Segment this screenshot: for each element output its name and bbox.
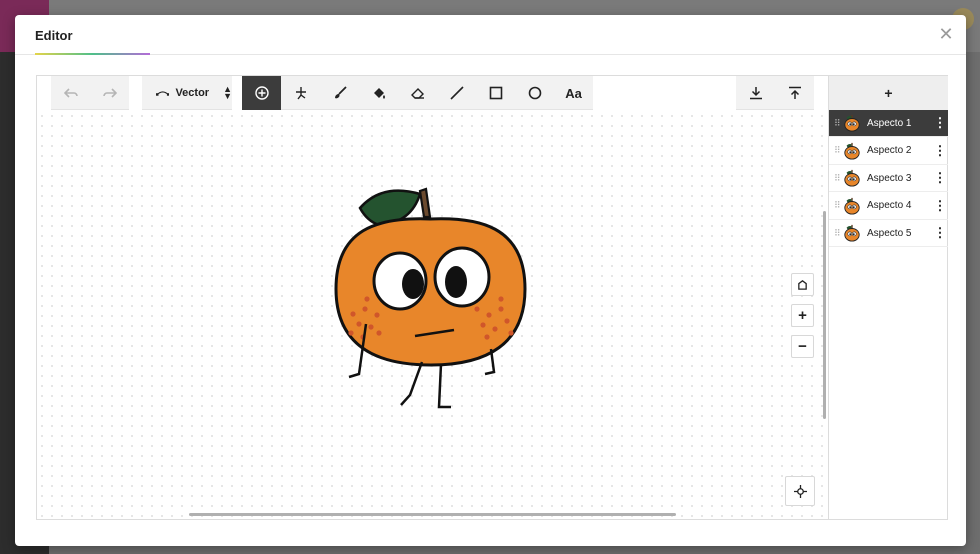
right-leg bbox=[437, 363, 451, 409]
select-icon bbox=[254, 86, 269, 100]
redo-icon[interactable] bbox=[90, 76, 129, 110]
drag-handle-icon[interactable]: ⠿ bbox=[829, 173, 843, 184]
costume-thumbnail bbox=[844, 225, 860, 242]
costume-item-5[interactable]: ⠿ Aspecto 5 ⋮ bbox=[829, 220, 948, 248]
vertical-scrollbar[interactable] bbox=[823, 211, 826, 419]
caret-updown-icon: ▲ ▼ bbox=[223, 84, 232, 101]
eraser-tool-button[interactable] bbox=[398, 76, 437, 110]
costume-label: Aspecto 3 bbox=[867, 172, 912, 184]
more-menu-icon[interactable]: ⋮ bbox=[932, 171, 948, 184]
toolbar-spacer bbox=[593, 76, 736, 110]
right-pupil bbox=[445, 266, 467, 298]
drag-handle-icon[interactable]: ⠿ bbox=[829, 145, 843, 156]
rectangle-icon bbox=[489, 86, 502, 100]
costume-label: Aspecto 4 bbox=[867, 200, 912, 212]
undo-icon[interactable] bbox=[51, 76, 90, 110]
toolbar-spacer bbox=[37, 76, 51, 110]
more-menu-icon[interactable]: ⋮ bbox=[932, 199, 948, 212]
costume-label: Aspecto 2 bbox=[867, 145, 912, 157]
reshape-icon bbox=[295, 87, 306, 100]
costume-item-4[interactable]: ⠿ Aspecto 4 ⋮ bbox=[829, 193, 948, 220]
paint-editor: Vector ▲ ▼ Aa + − + ⠿ Aspecto 1 ⋮ ⠿ Aspe… bbox=[36, 75, 948, 520]
brush-tool-button[interactable] bbox=[320, 76, 359, 110]
drag-handle-icon[interactable]: ⠿ bbox=[829, 200, 843, 211]
more-menu-icon[interactable]: ⋮ bbox=[932, 226, 948, 239]
horizontal-scrollbar[interactable] bbox=[189, 513, 676, 516]
download-icon[interactable] bbox=[736, 76, 775, 110]
editor-dialog: Editor ✕ Vector ▲ ▼ Aa + − + ⠿ Aspecto 1… bbox=[15, 15, 966, 546]
mode-select[interactable]: Vector ▲ ▼ bbox=[142, 76, 232, 110]
toolbar-spacer bbox=[129, 76, 142, 110]
fill-icon bbox=[373, 88, 385, 99]
costume-label: Aspecto 1 bbox=[867, 117, 912, 129]
add-costume-button[interactable]: + bbox=[829, 76, 948, 110]
left-pupil bbox=[402, 269, 424, 299]
drag-handle-icon[interactable]: ⠿ bbox=[829, 228, 843, 239]
zoom-out-button[interactable]: − bbox=[791, 335, 814, 358]
costume-thumbnail bbox=[844, 197, 860, 215]
costume-item-3[interactable]: ⠿ Aspecto 3 ⋮ bbox=[829, 165, 948, 193]
dialog-header: Editor ✕ bbox=[15, 15, 966, 55]
ellipse-tool-button[interactable] bbox=[515, 76, 554, 110]
close-icon[interactable]: ✕ bbox=[936, 24, 956, 44]
orange-character[interactable] bbox=[327, 169, 537, 419]
title-underline bbox=[35, 53, 150, 55]
line-icon bbox=[449, 86, 464, 100]
bezier-icon bbox=[156, 91, 170, 96]
toolbar-spacer bbox=[814, 76, 828, 110]
more-menu-icon[interactable]: ⋮ bbox=[932, 116, 948, 129]
drawing-canvas[interactable]: + − bbox=[37, 111, 828, 519]
zoom-reset-icon[interactable] bbox=[791, 273, 814, 296]
dialog-title: Editor bbox=[35, 28, 73, 43]
left-leg bbox=[400, 361, 424, 406]
costume-item-2[interactable]: ⠿ Aspecto 2 ⋮ bbox=[829, 138, 948, 165]
costume-thumbnail bbox=[844, 142, 860, 160]
eraser-icon bbox=[410, 88, 424, 99]
circle-icon bbox=[528, 86, 541, 100]
costume-thumbnail bbox=[844, 170, 860, 187]
brush-icon bbox=[334, 86, 347, 99]
reshape-tool-button[interactable] bbox=[281, 76, 320, 110]
costume-item-1[interactable]: ⠿ Aspecto 1 ⋮ bbox=[829, 110, 948, 137]
editor-toolbar: Vector ▲ ▼ Aa bbox=[37, 76, 828, 110]
upload-icon[interactable] bbox=[775, 76, 814, 110]
zoom-in-button[interactable]: + bbox=[791, 304, 814, 327]
mode-label: Vector bbox=[175, 87, 210, 99]
costume-thumbnail bbox=[844, 114, 860, 132]
drag-handle-icon[interactable]: ⠿ bbox=[829, 118, 843, 129]
text-tool-button[interactable]: Aa bbox=[554, 76, 593, 110]
crosshair-icon[interactable] bbox=[785, 476, 815, 506]
more-menu-icon[interactable]: ⋮ bbox=[932, 144, 948, 157]
line-tool-button[interactable] bbox=[437, 76, 476, 110]
costume-label: Aspecto 5 bbox=[867, 227, 912, 239]
text-tool-label: Aa bbox=[565, 85, 582, 101]
toolbar-spacer bbox=[232, 76, 242, 110]
costume-panel: + ⠿ Aspecto 1 ⋮ ⠿ Aspecto 2 ⋮ ⠿ Aspecto … bbox=[828, 76, 948, 519]
select-tool-button[interactable] bbox=[242, 76, 281, 110]
rectangle-tool-button[interactable] bbox=[476, 76, 515, 110]
fill-tool-button[interactable] bbox=[359, 76, 398, 110]
